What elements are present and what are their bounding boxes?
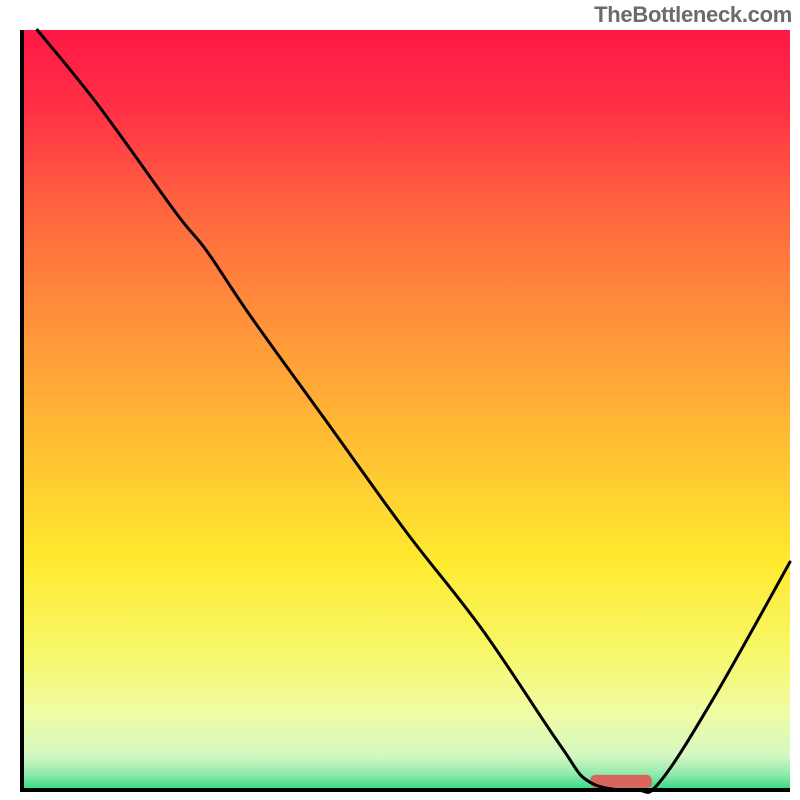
chart-container: TheBottleneck.com — [0, 0, 800, 800]
watermark-text: TheBottleneck.com — [594, 2, 792, 28]
bottleneck-chart — [0, 0, 800, 800]
gradient-fill — [22, 30, 790, 790]
plot-area — [22, 30, 790, 792]
